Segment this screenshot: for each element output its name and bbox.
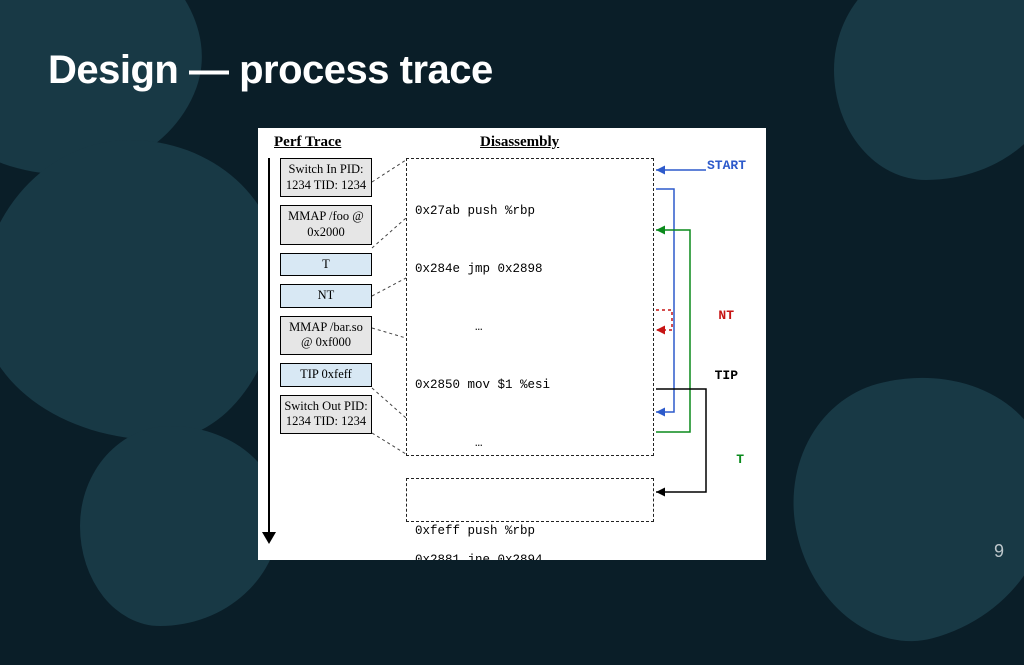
disassembly-bar: 0xfeff push %rbp … — [406, 478, 654, 522]
label-tip: TIP — [694, 368, 738, 383]
timeline-arrow-head — [262, 532, 276, 544]
disassembly-main: 0x27ab push %rbp 0x284e jmp 0x2898 … 0x2… — [406, 158, 654, 456]
trace-t: T — [280, 253, 372, 277]
asm-line: … — [415, 434, 645, 453]
label-t: T — [736, 452, 744, 467]
asm-line: 0x284e jmp 0x2898 — [415, 260, 645, 279]
asm-line: 0x27ab push %rbp — [415, 202, 645, 221]
trace-nt: NT — [280, 284, 372, 308]
page-number: 9 — [994, 541, 1004, 562]
asm-line: 0x2850 mov $1 %esi — [415, 376, 645, 395]
timeline-arrow-shaft — [268, 158, 270, 540]
diagram: Perf Trace Disassembly Switch In PID: 12… — [258, 128, 766, 560]
bg-blob — [834, 0, 1024, 180]
trace-switch-out: Switch Out PID: 1234 TID: 1234 — [280, 395, 372, 434]
slide-title: Design — process trace — [48, 48, 493, 93]
bg-blob — [80, 426, 280, 626]
asm-line: 0xfeff push %rbp — [415, 522, 645, 541]
trace-mmap-foo: MMAP /foo @ 0x2000 — [280, 205, 372, 244]
trace-mmap-barso: MMAP /bar.so @ 0xf000 — [280, 316, 372, 355]
trace-column: Switch In PID: 1234 TID: 1234 MMAP /foo … — [280, 158, 372, 442]
asm-line: … — [415, 318, 645, 337]
trace-tip: TIP 0xfeff — [280, 363, 372, 387]
trace-switch-in: Switch In PID: 1234 TID: 1234 — [280, 158, 372, 197]
label-nt: NT — [718, 308, 734, 323]
label-start: START — [707, 158, 746, 173]
bg-blob — [765, 347, 1024, 665]
column-header-disassembly: Disassembly — [480, 134, 559, 151]
column-header-perf: Perf Trace — [274, 134, 341, 151]
bg-blob — [0, 140, 280, 440]
